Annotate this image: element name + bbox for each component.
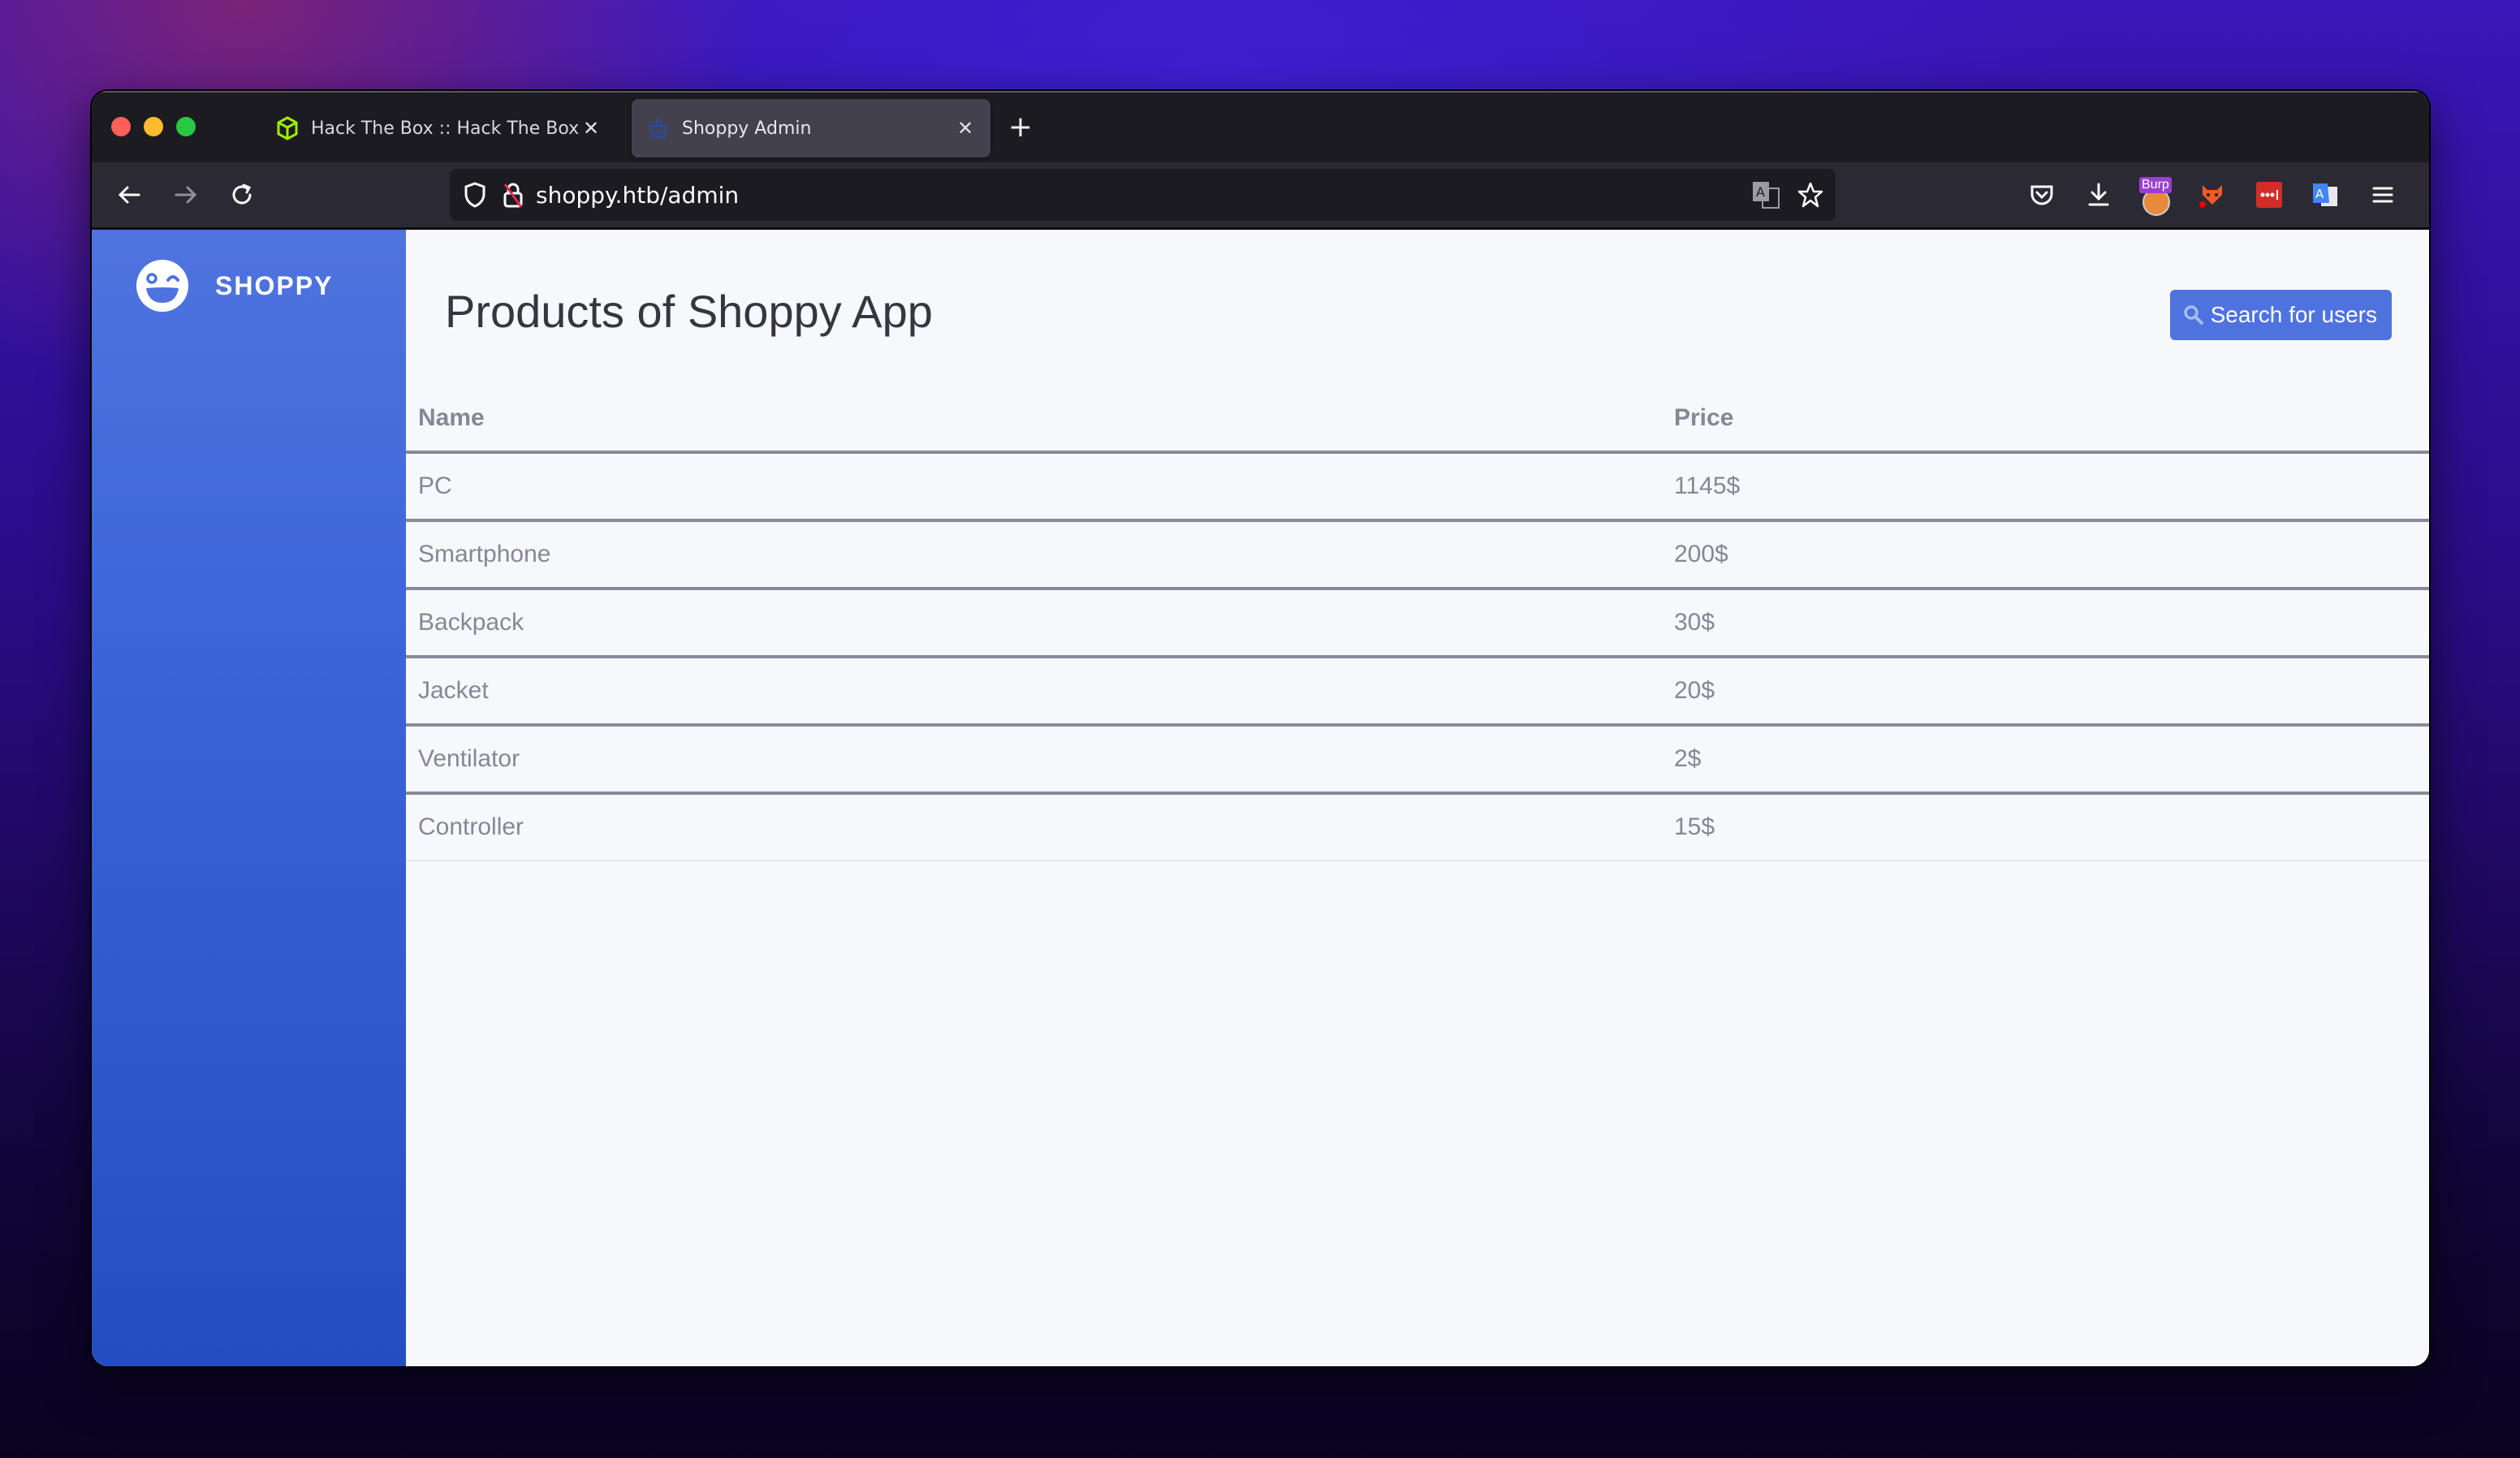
svg-text:A: A (2315, 187, 2324, 201)
close-tab-icon[interactable]: ✕ (579, 116, 603, 140)
product-name: Backpack (406, 589, 1662, 658)
brand-link[interactable]: SHOPPY (136, 259, 333, 313)
close-window-button[interactable] (111, 117, 131, 136)
bookmark-star-icon[interactable] (1797, 181, 1824, 209)
navigation-toolbar: shoppy.htb/admin A Burp A (92, 162, 2429, 230)
search-icon (2183, 304, 2204, 326)
product-name: Ventilator (406, 725, 1662, 795)
minimize-window-button[interactable] (144, 117, 163, 136)
new-tab-button[interactable]: + (1003, 109, 1038, 145)
main-content: Products of Shoppy App Search for users … (406, 230, 2429, 1366)
reload-icon[interactable] (225, 177, 261, 213)
pocket-icon[interactable] (2024, 177, 2060, 213)
insecure-lock-icon[interactable] (502, 181, 524, 209)
download-icon[interactable] (2081, 177, 2117, 213)
google-translate-icon[interactable]: A (2308, 177, 2344, 213)
table-row: PC 1145$ (406, 452, 2429, 522)
shield-icon[interactable] (463, 181, 487, 209)
table-row: Smartphone 200$ (406, 520, 2429, 590)
lastpass-icon[interactable] (2251, 177, 2287, 213)
product-price: 200$ (1662, 520, 2429, 590)
maximize-window-button[interactable] (176, 117, 196, 136)
htb-cube-icon (275, 116, 300, 140)
tab-label: Hack The Box :: Hack The Box (311, 118, 579, 139)
table-row: Backpack 30$ (406, 589, 2429, 658)
product-price: 20$ (1662, 657, 2429, 727)
url-text[interactable]: shoppy.htb/admin (536, 182, 739, 209)
url-bar[interactable]: shoppy.htb/admin A (450, 169, 1836, 221)
tab-label: Shoppy Admin (682, 118, 812, 139)
product-name: PC (406, 452, 1662, 522)
sidebar: SHOPPY (92, 230, 406, 1366)
close-tab-icon[interactable]: ✕ (953, 116, 977, 140)
laugh-wink-logo-icon (136, 259, 189, 313)
search-for-users-label: Search for users (2210, 302, 2377, 327)
product-name: Jacket (406, 657, 1662, 727)
menu-icon[interactable] (2365, 177, 2401, 213)
tab-hack-the-box[interactable]: Hack The Box :: Hack The Box ✕ (275, 99, 616, 157)
basket-icon (646, 116, 671, 140)
tab-bar: Hack The Box :: Hack The Box ✕ Shoppy Ad… (92, 91, 2429, 164)
translate-icon[interactable]: A (1751, 180, 1780, 209)
forward-icon[interactable] (168, 177, 204, 213)
column-header-name: Name (406, 386, 1662, 454)
page-title: Products of Shoppy App (445, 286, 933, 337)
back-icon[interactable] (111, 177, 147, 213)
product-price: 1145$ (1662, 452, 2429, 522)
product-price: 2$ (1662, 725, 2429, 795)
product-name: Smartphone (406, 520, 1662, 590)
brand-name: SHOPPY (215, 270, 334, 300)
product-price: 30$ (1662, 589, 2429, 658)
products-table: Name Price PC 1145$ Smartphone 200$ Back… (406, 386, 2429, 861)
product-price: 15$ (1662, 793, 2429, 861)
svg-text:A: A (1756, 184, 1765, 200)
table-row: Jacket 20$ (406, 657, 2429, 727)
browser-window: Hack The Box :: Hack The Box ✕ Shoppy Ad… (92, 91, 2429, 1366)
burp-label: Burp (2139, 177, 2172, 193)
burp-extension-icon[interactable]: Burp (2138, 177, 2173, 216)
table-row: Ventilator 2$ (406, 725, 2429, 795)
table-row: Controller 15$ (406, 793, 2429, 861)
table-header-row: Name Price (406, 386, 2429, 454)
search-for-users-button[interactable]: Search for users (2169, 290, 2392, 340)
product-name: Controller (406, 793, 1662, 861)
column-header-price: Price (1662, 386, 2429, 454)
tab-shoppy-admin[interactable]: Shoppy Admin ✕ (632, 99, 990, 157)
foxyproxy-icon[interactable] (2194, 177, 2230, 213)
